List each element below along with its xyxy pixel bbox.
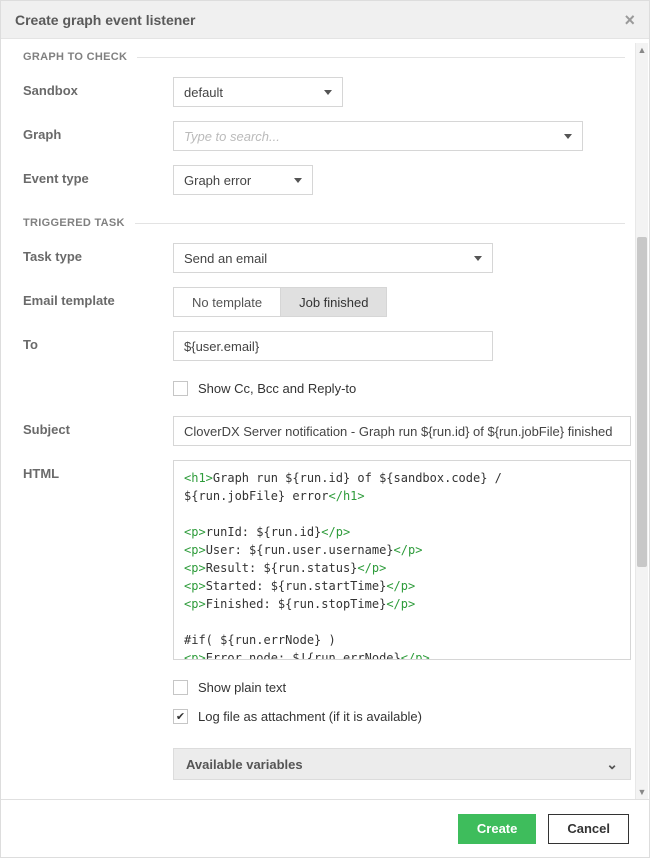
dialog: Create graph event listener × GRAPH TO C… bbox=[0, 0, 650, 858]
sandbox-select[interactable]: default bbox=[173, 77, 343, 107]
html-editor[interactable]: <h1>Graph run ${run.id} of ${sandbox.cod… bbox=[173, 460, 631, 660]
sandbox-value: default bbox=[184, 85, 223, 100]
divider bbox=[135, 223, 625, 224]
label-subject: Subject bbox=[23, 416, 173, 437]
task-type-value: Send an email bbox=[184, 251, 267, 266]
log-attachment-label: Log file as attachment (if it is availab… bbox=[198, 709, 422, 724]
scroll-thumb[interactable] bbox=[637, 237, 647, 567]
chevron-down-icon bbox=[324, 90, 332, 95]
show-cc-bcc-label: Show Cc, Bcc and Reply-to bbox=[198, 381, 356, 396]
to-input[interactable] bbox=[173, 331, 493, 361]
label-email-template: Email template bbox=[23, 287, 173, 308]
label-graph: Graph bbox=[23, 121, 173, 142]
create-button[interactable]: Create bbox=[458, 814, 536, 844]
close-icon[interactable]: × bbox=[624, 11, 635, 29]
template-option-job-finished[interactable]: Job finished bbox=[281, 287, 387, 317]
chevron-down-icon bbox=[474, 256, 482, 261]
section-graph-to-check: GRAPH TO CHECK bbox=[23, 51, 625, 63]
event-type-select[interactable]: Graph error bbox=[173, 165, 313, 195]
chevron-down-icon: ⌄ bbox=[606, 756, 618, 773]
dialog-scrollbar[interactable]: ▲ ▼ bbox=[635, 43, 648, 799]
label-html: HTML bbox=[23, 460, 173, 481]
show-plain-text-checkbox[interactable] bbox=[173, 680, 188, 695]
cancel-button[interactable]: Cancel bbox=[548, 814, 629, 844]
section-triggered-task: TRIGGERED TASK bbox=[23, 217, 625, 229]
event-type-value: Graph error bbox=[184, 173, 251, 188]
graph-combobox[interactable] bbox=[173, 121, 583, 151]
dialog-body: GRAPH TO CHECK Sandbox default Graph bbox=[1, 39, 649, 799]
dialog-title: Create graph event listener bbox=[15, 12, 196, 28]
section-label: TRIGGERED TASK bbox=[23, 217, 125, 229]
divider bbox=[137, 57, 625, 58]
scroll-track[interactable] bbox=[636, 57, 648, 785]
template-option-no-template[interactable]: No template bbox=[173, 287, 281, 317]
scroll-up-icon[interactable]: ▲ bbox=[636, 43, 648, 57]
chevron-down-icon bbox=[294, 178, 302, 183]
email-template-segmented: No template Job finished bbox=[173, 287, 387, 317]
label-task-type: Task type bbox=[23, 243, 173, 264]
scroll-down-icon[interactable]: ▼ bbox=[636, 785, 648, 799]
show-plain-text-label: Show plain text bbox=[198, 680, 286, 695]
scroll-area: GRAPH TO CHECK Sandbox default Graph bbox=[1, 39, 633, 799]
log-attachment-checkbox[interactable]: ✔ bbox=[173, 709, 188, 724]
chevron-down-icon bbox=[564, 134, 572, 139]
show-cc-bcc-checkbox[interactable] bbox=[173, 381, 188, 396]
subject-input[interactable] bbox=[173, 416, 631, 446]
dialog-header: Create graph event listener × bbox=[1, 1, 649, 39]
available-variables-accordion[interactable]: Available variables ⌄ bbox=[173, 748, 631, 780]
graph-search-input[interactable] bbox=[184, 123, 564, 149]
label-event-type: Event type bbox=[23, 165, 173, 186]
task-type-select[interactable]: Send an email bbox=[173, 243, 493, 273]
label-to: To bbox=[23, 331, 173, 352]
section-label: GRAPH TO CHECK bbox=[23, 51, 127, 63]
dialog-footer: Create Cancel bbox=[1, 799, 649, 857]
available-variables-label: Available variables bbox=[186, 757, 303, 772]
label-sandbox: Sandbox bbox=[23, 77, 173, 98]
